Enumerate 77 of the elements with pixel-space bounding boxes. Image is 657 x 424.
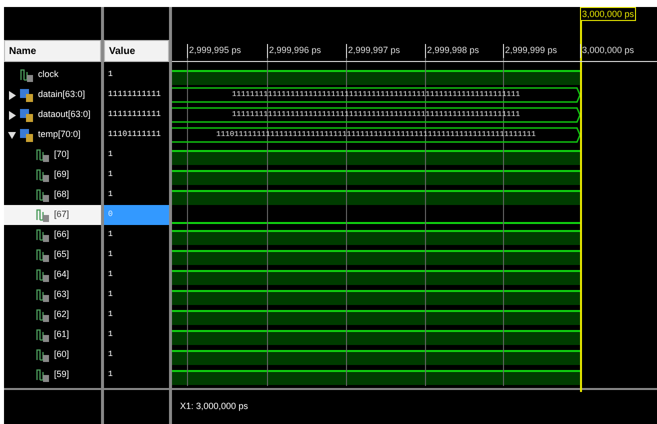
signal-row[interactable]: [63] <box>4 285 101 305</box>
time-tick-label: 3,000,000 ps <box>580 44 634 58</box>
signal-name: [64] <box>54 268 70 282</box>
signal-name: [65] <box>54 248 70 262</box>
signal-value: 1 <box>108 149 113 161</box>
signal-value: 1 <box>108 309 113 321</box>
signal-value: 1 <box>108 289 113 301</box>
signal-icon <box>36 328 50 342</box>
bus-icon <box>20 128 34 142</box>
time-tick-label: 2,999,995 ps <box>187 44 242 58</box>
signal-value: 1 <box>108 349 113 361</box>
signal-name: dataout[63:0] <box>38 108 91 122</box>
time-tick-label: 2,999,996 ps <box>267 44 322 58</box>
signal-icon <box>36 168 50 182</box>
signal-icon <box>36 228 50 242</box>
signal-name: clock <box>38 68 59 82</box>
signal-icon <box>36 248 50 262</box>
bus-icon <box>20 108 34 122</box>
signal-value: 1 <box>108 189 113 201</box>
signal-row[interactable]: datain[63:0] <box>4 85 101 105</box>
cursor-time-label[interactable]: 3,000,000 ps <box>580 7 636 21</box>
time-tick-label: 2,999,998 ps <box>425 44 480 58</box>
bus-icon <box>20 88 34 102</box>
signal-value: 11111111111 <box>108 109 161 121</box>
expand-arrow-icon[interactable] <box>8 110 16 120</box>
signal-row[interactable]: [62] <box>4 305 101 325</box>
signal-name: [62] <box>54 308 70 322</box>
time-tick-label: 2,999,997 ps <box>346 44 400 58</box>
signal-value: 1 <box>108 69 113 81</box>
signal-name: [66] <box>54 228 70 242</box>
cursor-readout: X1: 3,000,000 ps <box>180 400 248 414</box>
signal-row[interactable]: clock <box>4 65 101 85</box>
signal-value: 0 <box>108 209 113 221</box>
signal-icon <box>36 348 50 362</box>
collapse-arrow-icon[interactable] <box>8 130 16 140</box>
signal-name: [69] <box>54 168 70 182</box>
signal-row[interactable]: [60] <box>4 345 101 365</box>
signal-value: 1 <box>108 329 113 341</box>
signal-value: 1 <box>108 249 113 261</box>
signal-icon <box>36 368 50 382</box>
signal-row[interactable]: [68] <box>4 185 101 205</box>
signal-value: 1 <box>108 369 113 381</box>
signal-value: 1 <box>108 169 113 181</box>
signal-row[interactable]: [59] <box>4 365 101 385</box>
signal-name: [60] <box>54 348 70 362</box>
signal-icon <box>36 188 50 202</box>
signal-row[interactable]: [61] <box>4 325 101 345</box>
signal-name: datain[63:0] <box>38 88 86 102</box>
signal-value: 11101111111 <box>108 129 161 141</box>
signal-row[interactable]: [69] <box>4 165 101 185</box>
signal-icon <box>36 208 50 222</box>
signal-name: [63] <box>54 288 70 302</box>
signal-row[interactable]: [66] <box>4 225 101 245</box>
column-header[interactable]: Value <box>104 40 169 62</box>
signal-name: [59] <box>54 368 70 382</box>
time-tick-label: 2,999,999 ps <box>503 44 558 58</box>
signal-value: 1 <box>108 269 113 281</box>
signal-icon <box>36 308 50 322</box>
signal-name: [61] <box>54 328 70 342</box>
signal-row[interactable]: [64] <box>4 265 101 285</box>
signal-row[interactable]: temp[70:0] <box>4 125 101 145</box>
signal-icon <box>36 148 50 162</box>
signal-name: [70] <box>54 148 70 162</box>
signal-value: 11111111111 <box>108 89 161 101</box>
signal-row[interactable]: [65] <box>4 245 101 265</box>
signal-row[interactable]: [67] <box>4 205 101 225</box>
signal-icon <box>36 268 50 282</box>
signal-name: temp[70:0] <box>38 128 81 142</box>
signal-row[interactable]: dataout[63:0] <box>4 105 101 125</box>
signal-value: 1 <box>108 229 113 241</box>
signal-name: [68] <box>54 188 70 202</box>
signal-icon <box>20 68 34 82</box>
signal-name: [67] <box>54 208 70 222</box>
column-header[interactable]: Name <box>4 40 101 62</box>
expand-arrow-icon[interactable] <box>8 90 16 100</box>
signal-row[interactable]: [70] <box>4 145 101 165</box>
signal-icon <box>36 288 50 302</box>
